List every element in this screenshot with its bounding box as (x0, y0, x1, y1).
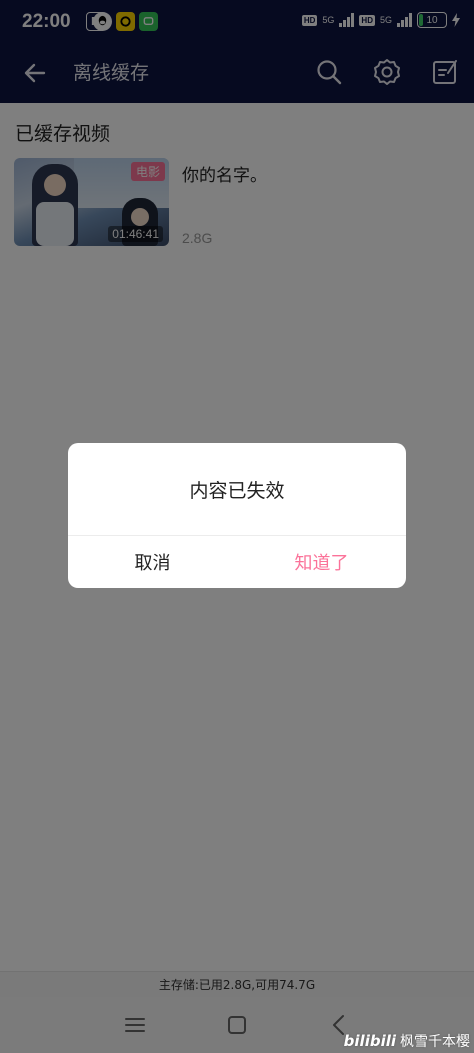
bilibili-logo: bilibili (343, 1032, 396, 1050)
alert-dialog: 内容已失效 取消 知道了 (68, 443, 406, 588)
watermark: bilibili 枫雪千本樱 (344, 1031, 470, 1051)
dialog-message: 内容已失效 (189, 479, 285, 502)
cancel-button[interactable]: 取消 (68, 536, 237, 588)
watermark-author: 枫雪千本樱 (400, 1034, 470, 1050)
confirm-button[interactable]: 知道了 (237, 536, 406, 588)
